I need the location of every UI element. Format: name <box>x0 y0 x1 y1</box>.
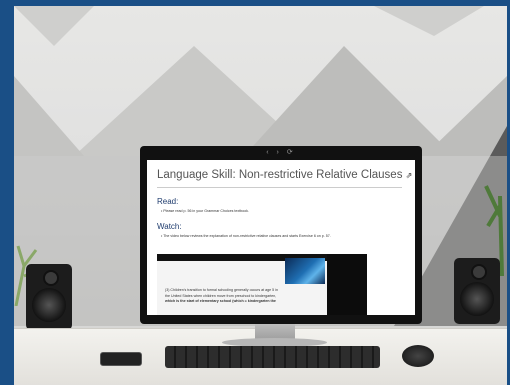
browser-toolbar: ‹ › ⟳ <box>266 149 296 156</box>
video-text-line: which is the start of elementary school … <box>165 299 276 304</box>
read-instruction: Please read p. 56 in your Grammar Choice… <box>161 209 415 213</box>
speaker-woofer <box>460 282 494 316</box>
video-side-panel <box>327 254 367 315</box>
speaker-left <box>26 264 72 330</box>
page-title: Language Skill: Non-restrictive Relative… <box>157 169 415 181</box>
speaker-tweeter <box>43 270 59 286</box>
video-thumbnail <box>285 258 325 284</box>
speaker-tweeter <box>471 264 487 280</box>
speaker-right <box>454 258 500 324</box>
mouse <box>402 345 434 367</box>
video-player[interactable]: (3) Children's transition to formal scho… <box>157 254 327 315</box>
external-link-icon[interactable]: ⇗ <box>406 171 413 180</box>
title-divider <box>157 187 402 188</box>
course-page: Language Skill: Non-restrictive Relative… <box>147 160 415 315</box>
video-text: (3) Children's transition to formal scho… <box>165 288 300 305</box>
page-title-text: Language Skill: Non-restrictive Relative… <box>157 169 403 181</box>
monitor: ‹ › ⟳ Language Skill: Non-restrictive Re… <box>140 146 422 324</box>
speaker-woofer <box>32 288 66 322</box>
smartphone <box>100 352 142 366</box>
keyboard <box>165 346 380 368</box>
section-heading-watch: Watch: <box>157 222 182 231</box>
section-heading-read: Read: <box>157 197 179 206</box>
watch-instruction: The video below reviews the explanation … <box>161 234 415 238</box>
